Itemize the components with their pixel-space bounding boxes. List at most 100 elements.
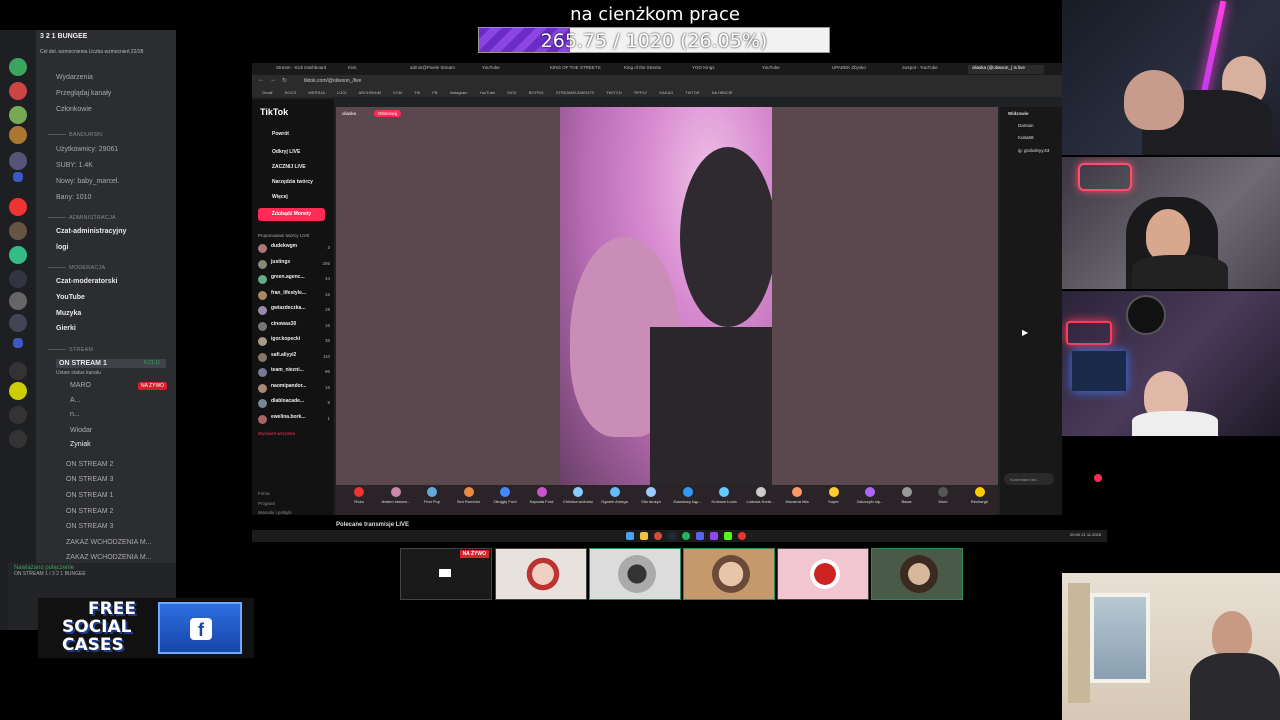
get-coins-button[interactable]: Zdobądź Monety <box>258 208 325 221</box>
voice-channel[interactable]: ON STREAM 3 <box>66 476 113 483</box>
start-icon[interactable] <box>626 532 634 540</box>
voice-channel[interactable]: ZAKAZ WCHODZENIA M... <box>66 554 152 561</box>
server-icon[interactable] <box>13 338 23 348</box>
browser-tab[interactable]: admin@Pixele Stream <box>406 65 476 74</box>
bookmark[interactable]: BOTRIX <box>529 90 544 95</box>
viewer-item[interactable]: Damian <box>1018 123 1034 128</box>
nav-creator-tools[interactable]: Narzędzia twórcy <box>272 179 313 185</box>
gift-item[interactable]: Bawa <box>890 487 924 504</box>
channel-logs[interactable]: logi <box>56 244 68 251</box>
browser-tab-active[interactable]: oliaska (@oliwson_) is live <box>968 65 1044 74</box>
server-icon[interactable] <box>9 246 27 264</box>
reload-icon[interactable]: ↻ <box>282 77 287 84</box>
suggested-creator[interactable]: fran_lifestyle... 16 <box>258 290 330 302</box>
menu-browse-channels[interactable]: Przeglądaj kanały <box>56 90 111 97</box>
voice-user[interactable]: MARO <box>70 382 91 389</box>
suggested-creator[interactable]: green.agenc... 44 <box>258 274 330 286</box>
gift-item[interactable]: Chińska wolność <box>561 487 595 504</box>
bookmark[interactable]: STREAMELEMENTS <box>556 90 594 95</box>
browser-tab[interactable]: Stream - Kick Dashboard <box>272 65 342 74</box>
app-icon[interactable] <box>710 532 718 540</box>
participant-thumbnail[interactable] <box>683 548 775 600</box>
footer-link[interactable]: Program <box>258 501 275 506</box>
browser-tab[interactable]: KING OF THE STREETS <box>546 65 618 74</box>
server-icon[interactable] <box>9 126 27 144</box>
browser-tab[interactable]: zwspot - YouTube <box>898 65 964 74</box>
browser-tab[interactable]: Kick <box>344 65 404 74</box>
viewer-item[interactable]: Kuba68 <box>1018 135 1034 140</box>
see-all-link[interactable]: Wyświetl wszystko <box>258 431 295 436</box>
server-icon[interactable] <box>9 292 27 310</box>
voice-user[interactable]: Wiodar <box>70 427 92 434</box>
voice-channel[interactable]: ON STREAM 2 <box>66 508 113 515</box>
voice-user[interactable]: Zyniak <box>70 441 91 448</box>
nav-go-live[interactable]: ZACZNIJ LIVE <box>272 164 306 170</box>
nav-more[interactable]: Więcej <box>272 194 288 200</box>
suggested-creator[interactable]: diabloacade... 9 <box>258 398 330 410</box>
gift-item[interactable]: Fest Pop <box>415 487 449 504</box>
server-icon[interactable] <box>9 314 27 332</box>
voice-channel-name[interactable]: ON STREAM 1 / 3 2 1 BUNGEE <box>14 571 170 577</box>
participant-thumbnail[interactable] <box>495 548 587 600</box>
channel-admin-chat[interactable]: Czat-administracyjny <box>56 228 126 235</box>
bookmark[interactable]: NA HIBICIE <box>712 90 733 95</box>
voice-channel[interactable]: ON STREAM 1 <box>66 492 113 499</box>
stat-new[interactable]: Nowy: baby_marcel. <box>56 178 119 185</box>
bookmark[interactable]: TIK <box>414 90 420 95</box>
url-input[interactable]: tiktok.com/@oliwson_/live <box>304 78 361 84</box>
menu-members[interactable]: Członkowie <box>56 106 92 113</box>
stat-bans[interactable]: Bany: 1010 <box>56 194 91 201</box>
bookmark[interactable]: WERSJA <box>308 90 325 95</box>
gift-item[interactable]: Ogarek Amega <box>598 487 632 504</box>
suggested-creator[interactable]: gwiazdeczka... 19 <box>258 305 330 317</box>
gift-item[interactable]: Okrągły Ford <box>488 487 522 504</box>
participant-thumbnail[interactable] <box>777 548 869 600</box>
voice-channel[interactable]: ZAKAZ WCHODZENIA M... <box>66 539 152 546</box>
server-icon[interactable] <box>9 58 27 76</box>
suggested-creator[interactable]: ewelina.bork... 1 <box>258 414 330 426</box>
gift-item[interactable]: Zatoczyło się... <box>853 487 887 504</box>
explorer-icon[interactable] <box>640 532 648 540</box>
bookmark[interactable]: DOCS <box>285 90 297 95</box>
stat-subs[interactable]: SUBY: 1.4K <box>56 162 93 169</box>
server-icon[interactable] <box>9 198 27 216</box>
server-icon[interactable] <box>9 270 27 288</box>
live-video[interactable] <box>560 107 772 485</box>
channel-music[interactable]: Muzyka <box>56 310 81 317</box>
bookmark[interactable]: KCM <box>393 90 402 95</box>
footer-link[interactable]: Warunki i polityki <box>258 510 292 515</box>
server-icon[interactable] <box>9 152 27 170</box>
voice-channel[interactable]: ON STREAM 2 <box>66 461 113 468</box>
browser-tab[interactable]: YouTube <box>478 65 544 74</box>
stat-users[interactable]: Użytkownicy: 29061 <box>56 146 118 153</box>
participant-thumbnail[interactable] <box>589 548 681 600</box>
server-icon[interactable] <box>9 362 27 380</box>
gift-item[interactable]: More <box>926 487 960 504</box>
voice-user[interactable]: n... <box>70 411 80 418</box>
category-stream[interactable]: STREAM <box>48 347 93 353</box>
gift-item[interactable]: Recharge <box>963 487 997 504</box>
server-icon[interactable] <box>9 222 27 240</box>
bookmark[interactable]: Gmail <box>262 90 272 95</box>
steam-icon[interactable] <box>668 532 676 540</box>
gift-item[interactable]: Sen Rumidor <box>452 487 486 504</box>
participant-thumbnail[interactable] <box>871 548 963 600</box>
nav-back[interactable]: Powrót <box>272 131 289 137</box>
explore-servers-icon[interactable] <box>9 430 27 448</box>
bookmark[interactable]: KAKAO <box>659 90 673 95</box>
system-tray[interactable]: 00:00 21.11.2025 <box>1070 532 1101 537</box>
server-icon[interactable] <box>9 106 27 124</box>
bookmark[interactable]: ARCHIWUM <box>359 90 381 95</box>
suggested-creator[interactable]: cinowas30 16 <box>258 321 330 333</box>
voice-channel-status[interactable]: Ustaw status kanału <box>56 370 101 376</box>
app-icon[interactable] <box>696 532 704 540</box>
suggested-creator[interactable]: igor.kopecki 35 <box>258 336 330 348</box>
nav-discover-live[interactable]: Odkryj LIVE <box>272 149 300 155</box>
viewer-item[interactable]: ig: grobolnyy.63 <box>1018 148 1049 153</box>
bookmark[interactable]: Instagram <box>450 90 468 95</box>
category-banderski[interactable]: BANDURSKI <box>48 132 103 138</box>
app-icon[interactable] <box>724 532 732 540</box>
bookmark[interactable]: LOGI <box>337 90 347 95</box>
server-icon[interactable] <box>13 172 23 182</box>
category-moderation[interactable]: MODERACJA <box>48 265 105 271</box>
